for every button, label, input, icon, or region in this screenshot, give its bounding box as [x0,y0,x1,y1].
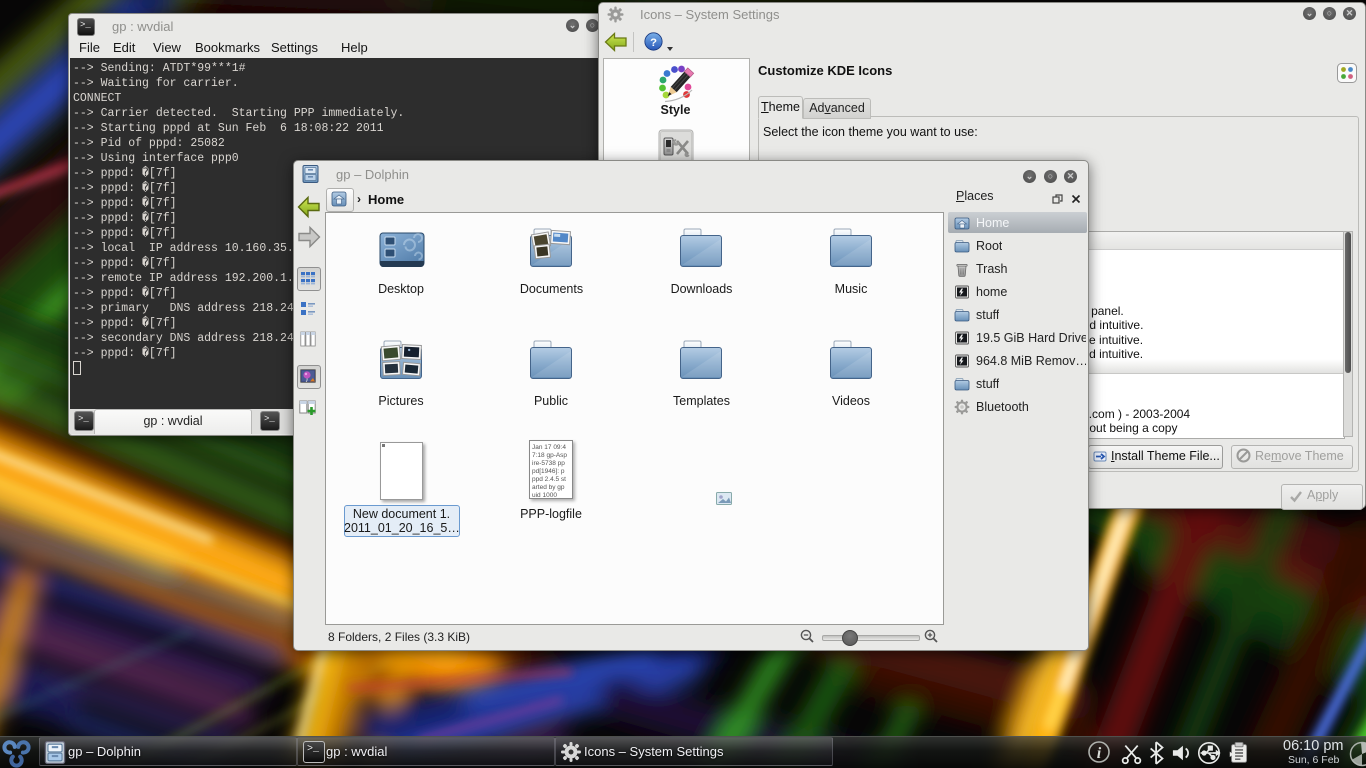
svg-text:i: i [1097,745,1102,762]
svg-text:?: ? [650,37,657,49]
